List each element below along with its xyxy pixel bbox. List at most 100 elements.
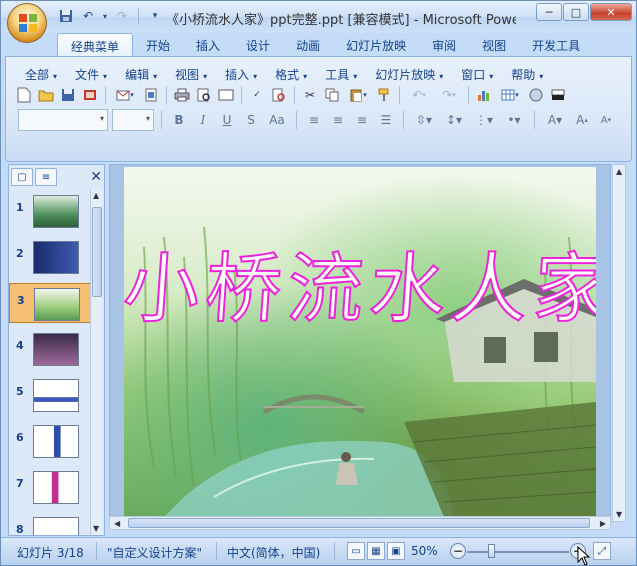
redo-toolbar-icon[interactable]: ↷ ▾ (435, 85, 463, 105)
clip-art-icon[interactable] (526, 85, 546, 105)
justify-icon[interactable]: ☰ (376, 110, 396, 130)
save-icon[interactable] (58, 85, 78, 105)
tab-animations[interactable]: 动画 (283, 33, 333, 57)
minimize-button[interactable]: ─ (536, 3, 562, 21)
paste-icon[interactable]: ▾ (344, 85, 372, 105)
pane-close-icon[interactable]: ✕ (90, 169, 102, 185)
close-button[interactable]: ✕ (590, 3, 632, 21)
slide-show-view-icon[interactable]: ▣ (387, 542, 405, 560)
slide-thumbnail-selected[interactable]: 3 (9, 283, 91, 323)
change-case-button[interactable]: Aa (265, 110, 289, 130)
scroll-down-icon[interactable]: ▼ (616, 510, 622, 519)
slide-thumbnail[interactable]: 5 (9, 375, 91, 415)
insert-chart-icon[interactable] (474, 85, 494, 105)
redo-icon[interactable]: ↷ (113, 7, 131, 25)
bullets-icon[interactable]: •▾ (501, 110, 527, 130)
align-right-icon[interactable]: ≡ (352, 110, 372, 130)
tab-insert[interactable]: 插入 (183, 33, 233, 57)
language-indicator[interactable]: 中文(简体，中国) (227, 544, 320, 561)
menu-help[interactable]: 帮助 ▾ (502, 63, 552, 86)
copy-icon[interactable] (322, 85, 342, 105)
fit-to-window-icon[interactable]: ⤢ (593, 542, 611, 560)
menu-view[interactable]: 视图 ▾ (166, 63, 216, 86)
font-name-combo[interactable]: ▾ (18, 109, 108, 131)
tab-classic-menu[interactable]: 经典菜单 (57, 33, 134, 57)
bold-button[interactable]: B (169, 110, 189, 130)
slide-thumbnail[interactable]: 6 (9, 421, 91, 461)
font-size-combo[interactable]: ▾ (112, 109, 154, 131)
increase-font-icon[interactable]: A ▴ (572, 110, 592, 130)
tab-view[interactable]: 视图 (469, 33, 519, 57)
print-preview-icon[interactable] (194, 85, 214, 105)
zoom-slider[interactable] (467, 551, 569, 553)
zoom-slider-knob[interactable] (488, 544, 495, 558)
color-grayscale-icon[interactable] (548, 85, 568, 105)
slide-thumbnail[interactable]: 1 (9, 191, 91, 231)
menu-insert[interactable]: 插入 ▾ (216, 63, 266, 86)
shadow-button[interactable]: S (241, 110, 261, 130)
slide-layout-icon[interactable] (216, 85, 236, 105)
current-slide[interactable]: 小桥流水人家 (124, 167, 596, 517)
slide-title[interactable]: 小桥流水人家 (124, 227, 596, 337)
maximize-button[interactable]: □ (563, 3, 589, 21)
zoom-out-button[interactable]: − (450, 543, 466, 559)
normal-view-icon[interactable]: ▭ (347, 542, 365, 560)
scroll-down-icon[interactable]: ▼ (93, 524, 99, 533)
slide-thumbnail[interactable]: 2 (9, 237, 91, 277)
zoom-level[interactable]: 50% (411, 544, 438, 558)
numbering-icon[interactable]: ⋮▾ (471, 110, 497, 130)
scroll-up-icon[interactable]: ▲ (93, 191, 99, 200)
email-icon[interactable]: ▾ (111, 85, 139, 105)
font-color-icon[interactable]: A▾ (542, 110, 568, 130)
menu-format[interactable]: 格式 ▾ (266, 63, 316, 86)
research-icon[interactable] (269, 85, 289, 105)
slide-horizontal-scrollbar[interactable]: ◀ ▶ (109, 516, 611, 530)
slides-tab[interactable]: ▢ (11, 168, 33, 186)
undo-toolbar-icon[interactable]: ↶ ▾ (405, 85, 433, 105)
undo-dropdown-icon[interactable]: ▾ (101, 7, 109, 25)
scroll-left-icon[interactable]: ◀ (114, 519, 120, 528)
new-icon[interactable] (14, 85, 34, 105)
align-left-icon[interactable]: ≡ (304, 110, 324, 130)
align-center-icon[interactable]: ≡ (328, 110, 348, 130)
office-button[interactable] (7, 3, 47, 43)
menu-slide-show[interactable]: 幻灯片放映 ▾ (366, 63, 452, 86)
scroll-up-icon[interactable]: ▲ (616, 167, 622, 176)
scroll-right-icon[interactable]: ▶ (600, 519, 606, 528)
slide-thumbnail[interactable]: 8 (9, 513, 91, 535)
menu-window[interactable]: 窗口 ▾ (452, 63, 502, 86)
thumbnails-scrollbar[interactable]: ▲ ▼ (90, 189, 102, 535)
menu-all[interactable]: 全部 ▾ (16, 63, 66, 86)
slide-sorter-view-icon[interactable]: ▦ (367, 542, 385, 560)
underline-button[interactable]: U (217, 110, 237, 130)
spelling-icon[interactable]: ✓ (247, 85, 267, 105)
slide-thumbnail[interactable]: 4 (9, 329, 91, 369)
customize-qat-icon[interactable]: ▾ (146, 7, 164, 25)
cut-icon[interactable]: ✂ (300, 85, 320, 105)
outline-tab[interactable]: ≡ (35, 168, 57, 186)
save-icon[interactable] (57, 7, 75, 25)
line-spacing-icon[interactable]: ↕▾ (441, 110, 467, 130)
permission-icon[interactable] (80, 85, 100, 105)
tab-home[interactable]: 开始 (133, 33, 183, 57)
format-painter-icon[interactable] (374, 85, 394, 105)
open-icon[interactable] (36, 85, 56, 105)
print-icon[interactable] (172, 85, 192, 105)
decrease-font-icon[interactable]: A ▾ (596, 110, 616, 130)
tab-review[interactable]: 审阅 (419, 33, 469, 57)
text-direction-icon[interactable]: ⇳▾ (411, 110, 437, 130)
insert-table-icon[interactable]: ▾ (496, 85, 524, 105)
undo-icon[interactable]: ↶ (79, 7, 97, 25)
scrollbar-thumb[interactable] (92, 207, 102, 297)
scrollbar-thumb[interactable] (128, 518, 590, 528)
menu-tools[interactable]: 工具 ▾ (316, 63, 366, 86)
tab-developer[interactable]: 开发工具 (519, 33, 593, 57)
slide-thumbnail[interactable]: 7 (9, 467, 91, 507)
attach-icon[interactable] (141, 85, 161, 105)
tab-design[interactable]: 设计 (233, 33, 283, 57)
menu-edit[interactable]: 编辑 ▾ (116, 63, 166, 86)
slide-vertical-scrollbar[interactable]: ▲ ▼ (612, 164, 626, 522)
italic-button[interactable]: I (193, 110, 213, 130)
tab-slide-show[interactable]: 幻灯片放映 (333, 33, 419, 57)
menu-file[interactable]: 文件 ▾ (66, 63, 116, 86)
